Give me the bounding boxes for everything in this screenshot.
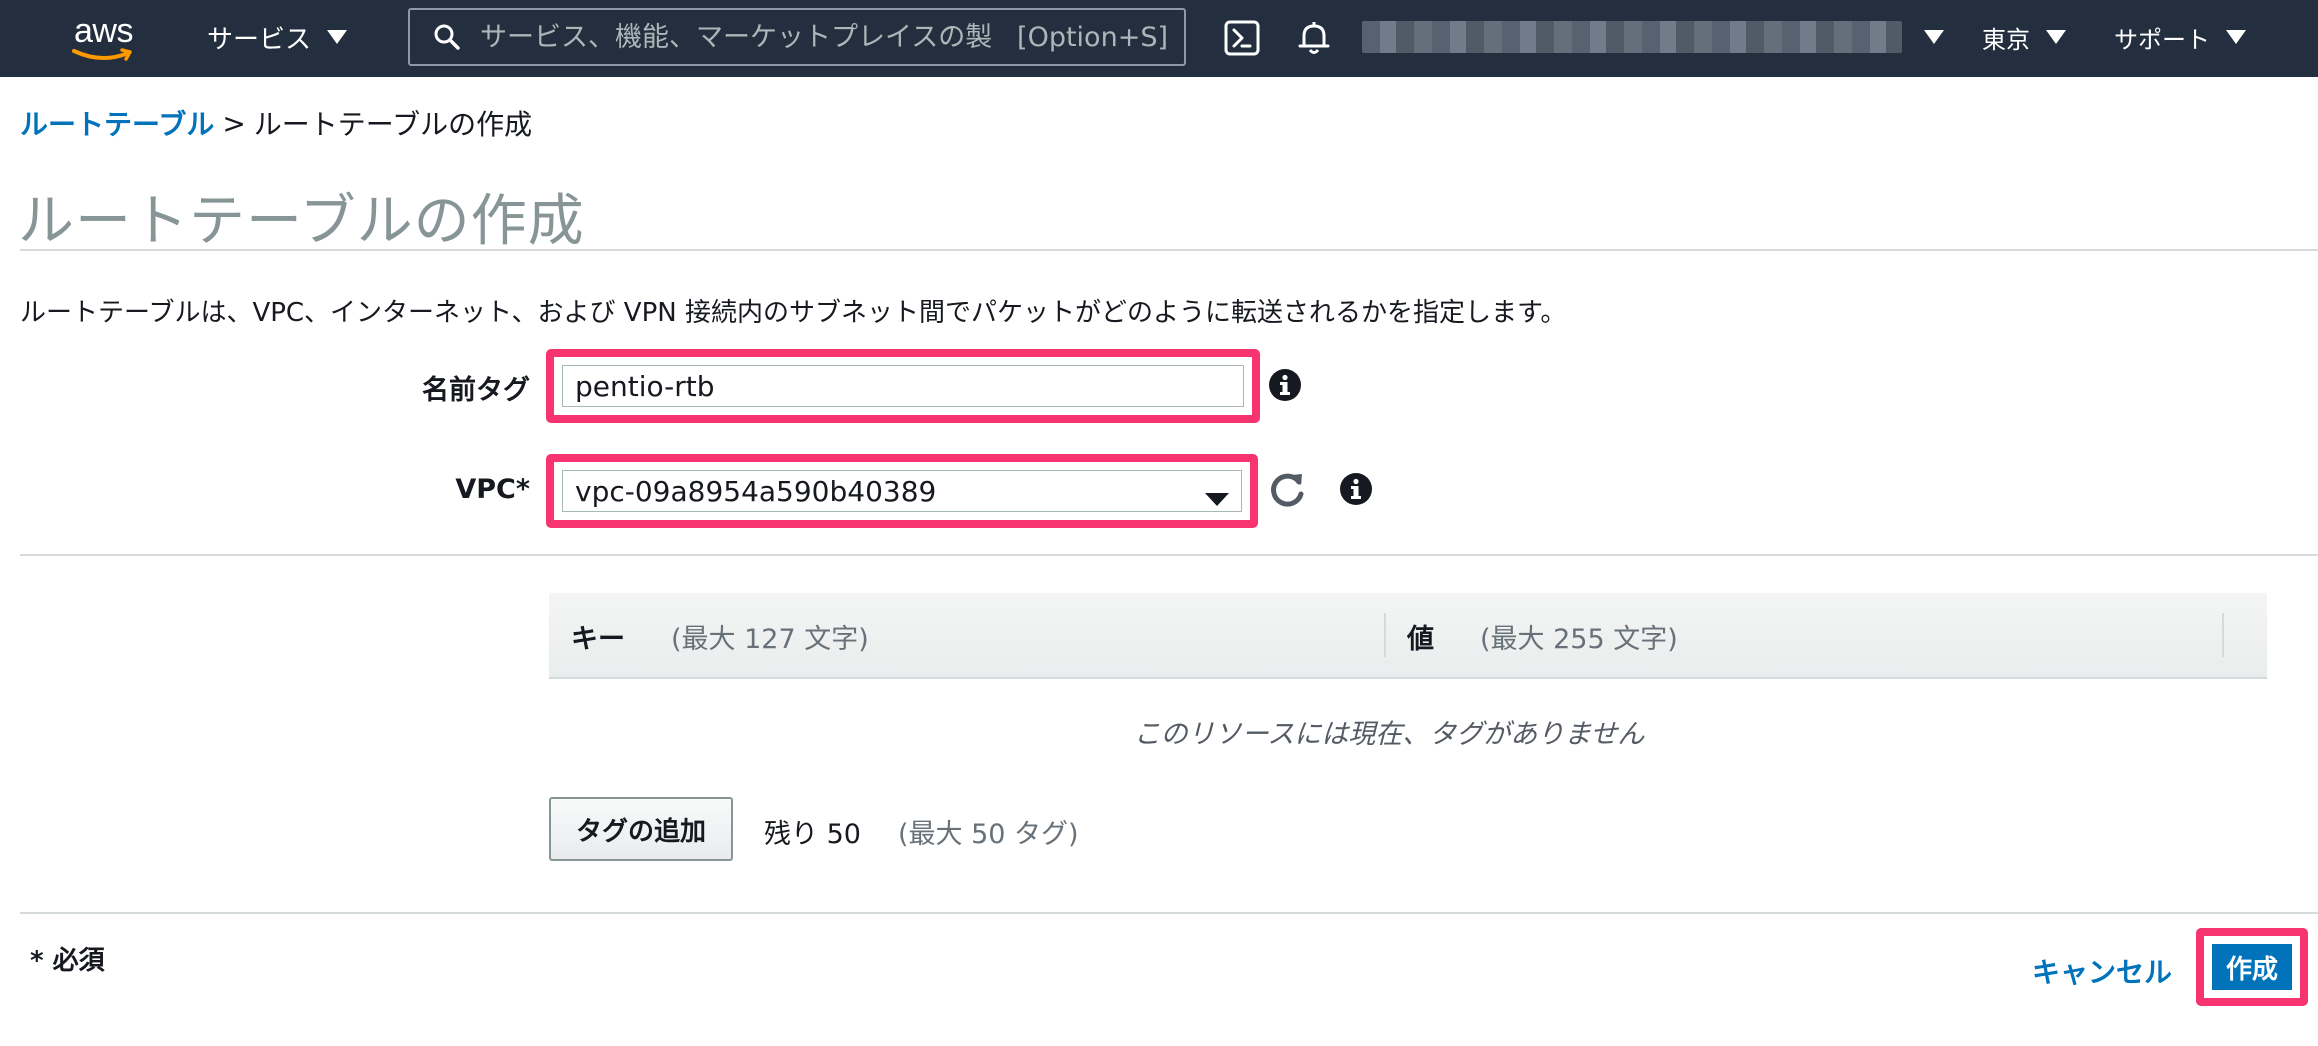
vpc-highlight: vpc-09a8954a590b40389: [546, 454, 1258, 528]
breadcrumb: ルートテーブル > ルートテーブルの作成: [20, 103, 532, 143]
form-divider: [20, 554, 2318, 556]
caret-down-icon: [1924, 30, 1944, 44]
name-tag-info-icon[interactable]: [1268, 368, 1302, 402]
footer-divider: [20, 912, 2318, 914]
vpc-select[interactable]: vpc-09a8954a590b40389: [562, 470, 1242, 512]
tag-key-column: キー (最大 127 文字): [571, 593, 869, 679]
bell-icon[interactable]: [1294, 18, 1334, 58]
search-icon: [434, 24, 460, 50]
required-note: * 必須: [30, 946, 105, 976]
refresh-icon[interactable]: [1268, 470, 1308, 510]
cancel-button[interactable]: キャンセル: [2032, 951, 2172, 991]
support-label: サポート: [2114, 25, 2210, 54]
services-label: サービス: [207, 24, 312, 55]
caret-down-icon: [2226, 30, 2246, 44]
region-menu[interactable]: 東京: [1982, 14, 2066, 60]
page-title: ルートテーブルの作成: [18, 189, 585, 254]
tag-value-header: 値: [1407, 623, 1434, 655]
account-menu[interactable]: [1362, 14, 1944, 60]
search-input[interactable]: [480, 21, 1018, 53]
tags-max: (最大 50 タグ): [898, 819, 1079, 850]
column-divider: [1384, 613, 1386, 657]
tag-key-header: キー: [571, 623, 625, 655]
support-menu[interactable]: サポート: [2114, 14, 2246, 60]
redacted-account-name: [1362, 21, 1902, 53]
create-button-highlight: 作成: [2196, 928, 2308, 1006]
name-tag-label: 名前タグ: [422, 375, 530, 406]
caret-down-icon: [2046, 30, 2066, 44]
vpc-label: VPC*: [455, 474, 530, 505]
tag-table-header: キー (最大 127 文字) 値 (最大 255 文字): [549, 593, 2267, 679]
column-divider: [2222, 613, 2224, 657]
tag-value-hint: (最大 255 文字): [1480, 623, 1678, 655]
caret-down-icon: [1205, 493, 1229, 506]
tags-empty-message: このリソースには現在、タグがありません: [1133, 719, 1645, 750]
breadcrumb-route-tables-link[interactable]: ルートテーブル: [20, 103, 214, 143]
services-menu[interactable]: サービス: [207, 14, 348, 60]
breadcrumb-separator: >: [222, 106, 246, 140]
caret-down-icon: [327, 30, 348, 44]
tag-key-hint: (最大 127 文字): [671, 623, 869, 655]
aws-logo[interactable]: aws: [70, 10, 150, 66]
search-shortcut-hint: [Option+S]: [1017, 21, 1168, 53]
page-description: ルートテーブルは、VPC、インターネット、および VPN 接続内のサブネット間で…: [20, 298, 1567, 328]
add-tag-button[interactable]: タグの追加: [549, 797, 733, 861]
create-button[interactable]: 作成: [2212, 944, 2292, 990]
name-tag-input[interactable]: [562, 365, 1244, 407]
cloudshell-icon[interactable]: [1222, 18, 1262, 58]
region-label: 東京: [1982, 25, 2030, 54]
aws-smile-icon: [72, 48, 132, 61]
name-tag-highlight: [546, 349, 1260, 423]
top-navigation-bar: aws サービス [Option+S] 東京 サポート: [0, 0, 2318, 77]
tags-remaining: 残り 50: [764, 819, 861, 850]
title-divider: [20, 249, 2318, 251]
global-search[interactable]: [Option+S]: [408, 8, 1186, 66]
vpc-selected-value: vpc-09a8954a590b40389: [575, 474, 937, 508]
vpc-info-icon[interactable]: [1339, 472, 1373, 506]
tag-value-column: 値 (最大 255 文字): [1407, 593, 1678, 679]
breadcrumb-current: ルートテーブルの作成: [253, 108, 533, 141]
